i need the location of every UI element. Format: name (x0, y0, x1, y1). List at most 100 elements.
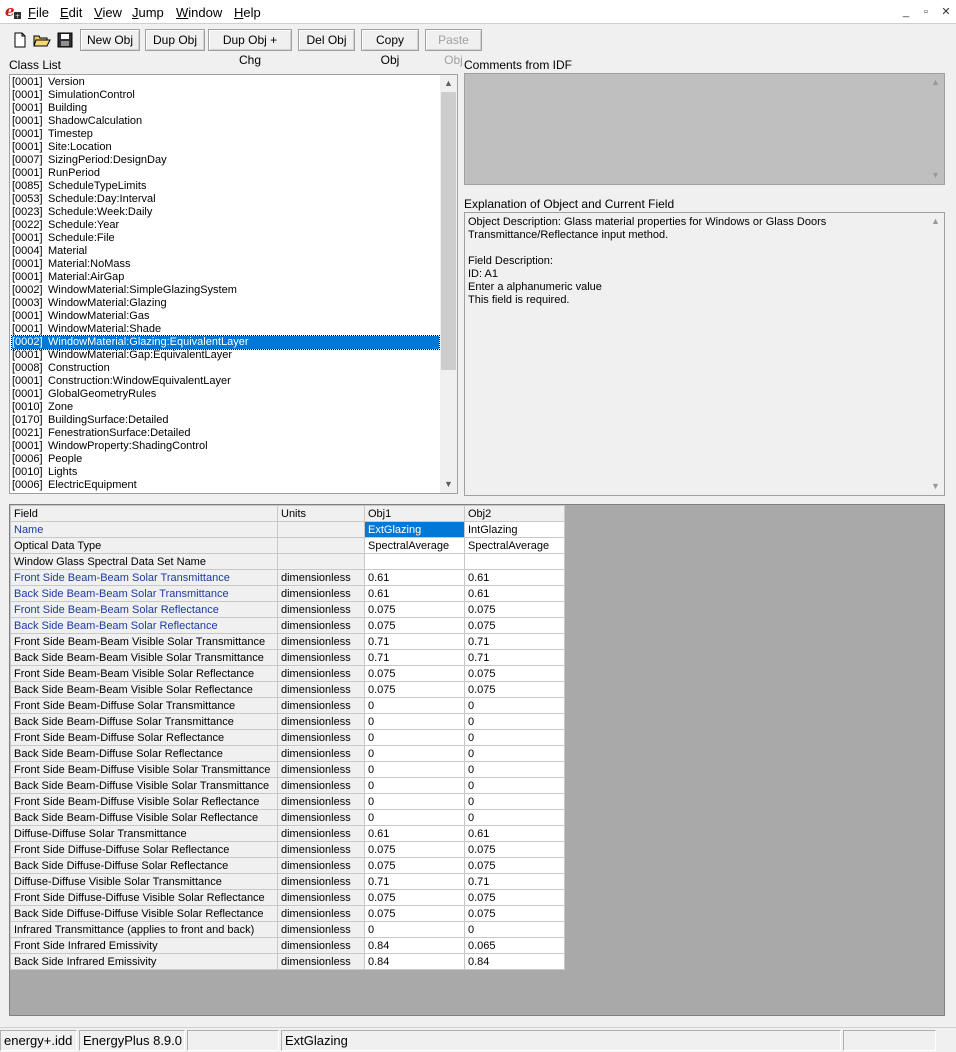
obj1-value-cell[interactable]: 0.71 (364, 649, 465, 666)
class-list[interactable]: [0001] Version [0001] SimulationControl [000… (9, 74, 458, 494)
obj2-value-cell[interactable]: 0.71 (464, 649, 565, 666)
open-folder-icon[interactable] (31, 29, 51, 49)
class-list-item[interactable]: [0001] Building (12, 102, 87, 115)
obj2-value-cell[interactable]: 0.075 (464, 841, 565, 858)
class-list-item[interactable]: [0002] WindowMaterial:SimpleGlazingSystem (12, 284, 237, 297)
scroll-down-icon[interactable]: ▼ (927, 478, 944, 495)
menu-jump[interactable]: Jump (132, 5, 164, 20)
class-list-item[interactable]: [0001] Schedule:File (12, 232, 115, 245)
class-list-item[interactable]: [0085] ScheduleTypeLimits (12, 180, 146, 193)
obj2-value-cell[interactable]: 0.61 (464, 569, 565, 586)
obj2-value-cell[interactable]: 0.075 (464, 857, 565, 874)
class-list-item[interactable]: [0008] Construction (12, 362, 110, 375)
obj1-value-cell[interactable]: 0.075 (364, 617, 465, 634)
class-list-item[interactable]: [0001] Timestep (12, 128, 93, 141)
obj2-value-cell[interactable]: 0 (464, 809, 565, 826)
obj2-value-cell[interactable]: 0.075 (464, 889, 565, 906)
class-list-item[interactable]: [0001] WindowProperty:ShadingControl (12, 440, 208, 453)
menu-view[interactable]: View (94, 5, 122, 20)
class-list-item[interactable]: [0001] Construction:WindowEquivalentLayer (12, 375, 231, 388)
obj2-value-cell[interactable]: 0.075 (464, 905, 565, 922)
obj1-value-cell[interactable]: 0 (364, 777, 465, 794)
class-list-item[interactable]: [0001] Version (12, 76, 85, 89)
restore-button[interactable]: ▫ (918, 4, 934, 20)
class-list-item[interactable]: [0022] Schedule:Year (12, 219, 119, 232)
obj2-value-cell[interactable]: 0 (464, 921, 565, 938)
scroll-up-icon[interactable]: ▲ (927, 74, 944, 91)
obj2-value-cell[interactable]: 0.84 (464, 953, 565, 970)
class-list-item[interactable]: [0006] ElectricEquipment (12, 479, 137, 492)
class-list-item[interactable]: [0010] Zone (12, 401, 73, 414)
obj1-value-cell[interactable]: 0 (364, 697, 465, 714)
class-list-scrollbar[interactable]: ▲ ▼ (440, 75, 457, 493)
class-list-item[interactable]: [0004] Material (12, 245, 87, 258)
obj2-value-cell[interactable]: 0 (464, 777, 565, 794)
class-list-item[interactable]: [0002] WindowMaterial:Glazing:EquivalentL… (11, 335, 440, 350)
class-list-item[interactable]: [0021] FenestrationSurface:Detailed (12, 427, 190, 440)
new-file-icon[interactable] (9, 29, 29, 49)
class-list-item[interactable]: [0010] Lights (12, 466, 77, 479)
obj1-value-cell[interactable]: 0.61 (364, 825, 465, 842)
obj1-value-cell[interactable]: 0.84 (364, 937, 465, 954)
obj2-value-cell[interactable]: 0 (464, 729, 565, 746)
obj1-value-cell[interactable]: 0 (364, 745, 465, 762)
obj2-value-cell[interactable] (464, 553, 565, 570)
obj2-value-cell[interactable]: 0.61 (464, 585, 565, 602)
obj2-value-cell[interactable]: SpectralAverage (464, 537, 565, 554)
del-obj-button[interactable]: Del Obj (298, 29, 355, 51)
minimize-button[interactable]: _ (898, 4, 914, 20)
obj1-value-cell[interactable]: 0.075 (364, 601, 465, 618)
obj1-value-cell[interactable]: ExtGlazing (364, 521, 465, 538)
obj2-value-cell[interactable]: 0.71 (464, 873, 565, 890)
scroll-down-icon[interactable]: ▼ (927, 167, 944, 184)
obj1-value-cell[interactable]: 0.61 (364, 569, 465, 586)
class-list-item[interactable]: [0001] SimulationControl (12, 89, 135, 102)
class-list-item[interactable]: [0023] Schedule:Week:Daily (12, 206, 152, 219)
menu-window[interactable]: Window (176, 5, 222, 20)
class-list-item[interactable]: [0170] BuildingSurface:Detailed (12, 414, 168, 427)
obj1-value-cell[interactable]: 0.71 (364, 873, 465, 890)
obj1-value-cell[interactable]: 0.075 (364, 857, 465, 874)
class-list-item[interactable]: [0001] WindowMaterial:Gas (12, 310, 149, 323)
dup-obj-chg-button[interactable]: Dup Obj + Chg (208, 29, 292, 67)
obj1-value-cell[interactable]: 0.84 (364, 953, 465, 970)
menu-file[interactable]: File (28, 5, 49, 20)
obj1-value-cell[interactable]: 0.075 (364, 841, 465, 858)
comments-textbox[interactable]: ▲ ▼ (464, 73, 945, 185)
class-list-item[interactable]: [0001] ShadowCalculation (12, 115, 142, 128)
class-list-item[interactable]: [0001] Material:NoMass (12, 258, 131, 271)
obj1-column-header[interactable]: Obj1 (364, 505, 465, 522)
class-list-item[interactable]: [0001] Material:AirGap (12, 271, 124, 284)
save-icon[interactable] (54, 29, 74, 49)
obj2-value-cell[interactable]: 0.61 (464, 825, 565, 842)
explanation-scrollbar[interactable]: ▲ ▼ (927, 213, 944, 495)
obj2-value-cell[interactable]: IntGlazing (464, 521, 565, 538)
obj1-value-cell[interactable]: 0 (364, 713, 465, 730)
obj1-value-cell[interactable]: SpectralAverage (364, 537, 465, 554)
scroll-thumb[interactable] (441, 92, 456, 370)
obj2-value-cell[interactable]: 0.075 (464, 681, 565, 698)
obj1-value-cell[interactable]: 0.075 (364, 905, 465, 922)
obj1-value-cell[interactable]: 0.075 (364, 665, 465, 682)
comments-scrollbar[interactable]: ▲ ▼ (927, 74, 944, 184)
menu-help[interactable]: Help (234, 5, 261, 20)
obj1-value-cell[interactable] (364, 553, 465, 570)
class-list-item[interactable]: [0001] WindowMaterial:Gap:EquivalentLayer (12, 349, 232, 362)
obj2-value-cell[interactable]: 0 (464, 761, 565, 778)
obj2-value-cell[interactable]: 0.71 (464, 633, 565, 650)
obj2-value-cell[interactable]: 0 (464, 697, 565, 714)
energyplus-app-icon[interactable]: e + (4, 3, 22, 20)
obj1-value-cell[interactable]: 0.075 (364, 889, 465, 906)
obj1-value-cell[interactable]: 0.71 (364, 633, 465, 650)
obj2-value-cell[interactable]: 0.075 (464, 665, 565, 682)
obj1-value-cell[interactable]: 0 (364, 809, 465, 826)
close-button[interactable]: ✕ (938, 4, 954, 20)
obj2-value-cell[interactable]: 0.075 (464, 617, 565, 634)
obj1-value-cell[interactable]: 0.075 (364, 681, 465, 698)
class-list-item[interactable]: [0001] WindowMaterial:Shade (12, 323, 161, 336)
class-list-item[interactable]: [0003] WindowMaterial:Glazing (12, 297, 167, 310)
obj1-value-cell[interactable]: 0 (364, 729, 465, 746)
scroll-up-icon[interactable]: ▲ (440, 75, 457, 92)
obj2-column-header[interactable]: Obj2 (464, 505, 565, 522)
scroll-down-icon[interactable]: ▼ (440, 476, 457, 493)
